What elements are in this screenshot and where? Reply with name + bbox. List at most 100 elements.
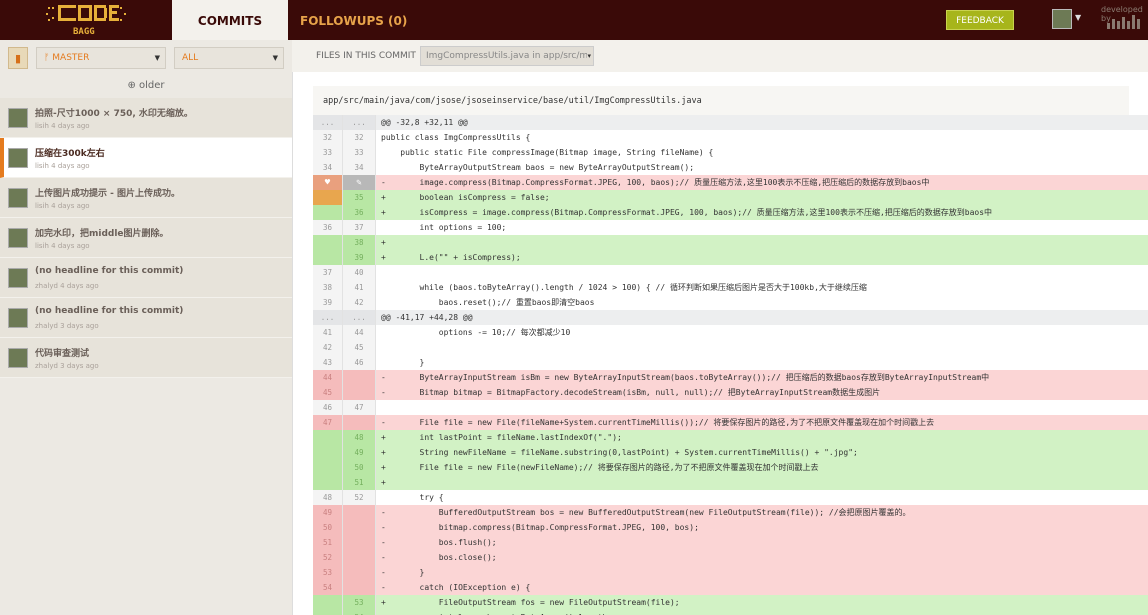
diff-code: + isCompress = image.compress(Bitmap.Com… [381,208,993,217]
commit-item-selected[interactable]: 压缩在300k左右 lisih 4 days ago [0,138,292,178]
feedback-button[interactable]: FEEDBACK [946,10,1014,30]
old-line-number: 44 [313,370,343,385]
old-line-number: 36 [313,220,343,235]
old-line-number: ♥ [313,175,343,190]
new-line-number: 32 [343,130,376,145]
chevron-down-icon[interactable]: ▼ [1075,13,1081,22]
commit-meta: lisih 4 days ago [35,162,90,170]
repo-book-icon[interactable]: ▮ [8,47,28,69]
diff-line[interactable]: 49 + String newFileName = fileName.substr… [313,445,1148,460]
new-line-number: 49 [343,445,376,460]
diff-line[interactable]: 54 + int len = baos.toByteArray().length; [313,610,1148,615]
new-line-number: ... [343,310,376,325]
user-avatar[interactable] [1052,9,1072,29]
commit-headline: (no headline for this commit) [35,266,184,276]
diff-line[interactable]: 54 - catch (IOException e) { [313,580,1148,595]
commit-meta: lisih 4 days ago [35,242,90,250]
commit-item[interactable]: 代码审查测试 zhalyd 3 days ago [0,338,292,378]
diff-line[interactable]: 43 46 } [313,355,1148,370]
diff-line[interactable]: 53 + FileOutputStream fos = new FileOutpu… [313,595,1148,610]
old-line-number: 45 [313,385,343,400]
new-line-number: 53 [343,595,376,610]
commit-item[interactable]: (no headline for this commit) zhalyd 3 d… [0,298,292,338]
chevron-down-icon: ▾ [587,47,591,65]
diff-code: - image.compress(Bitmap.CompressFormat.J… [381,178,930,187]
diff-line[interactable]: 39 + L.e("" + isCompress); [313,250,1148,265]
diff-line[interactable]: 51 + [313,475,1148,490]
new-line-number [343,565,376,580]
diff-code: try { [381,493,444,502]
diff-lines: ...... @@ -32,8 +32,11 @@ 32 32 public class… [313,115,1148,615]
like-heart-icon[interactable]: ♥ [325,178,330,188]
diff-line[interactable]: 50 + File file = new File(newFileName);//… [313,460,1148,475]
old-line-number [313,475,343,490]
commit-item[interactable]: (no headline for this commit) zhalyd 4 d… [0,258,292,298]
diff-line[interactable]: 32 32 public class ImgCompressUtils { [313,130,1148,145]
diff-code: + FileOutputStream fos = new FileOutputS… [381,598,680,607]
commit-item[interactable]: 上传图片成功提示 - 图片上传成功。 lisih 4 days ago [0,178,292,218]
old-line-number: 42 [313,340,343,355]
diff-line[interactable]: 34 34 ByteArrayOutputStream baos = new By… [313,160,1148,175]
old-line-number: 33 [313,145,343,160]
diff-line[interactable]: ...... @@ -41,17 +44,28 @@ [313,310,1148,325]
new-line-number: 37 [343,220,376,235]
avatar [8,108,28,128]
diff-file-path: app/src/main/java/com/jsose/jsoseinservi… [313,86,1129,116]
diff-line[interactable]: 38 41 while (baos.toByteArray().length / … [313,280,1148,295]
diff-code: @@ -32,8 +32,11 @@ [381,118,468,127]
old-line-number [313,430,343,445]
diff-code: int options = 100; [381,223,507,232]
chevron-down-icon: ▼ [154,54,160,62]
diff-line[interactable]: 51 - bos.flush(); [313,535,1148,550]
diff-line[interactable]: 33 33 public static File compressImage(Bi… [313,145,1148,160]
top-bar: BAGG COMMITS FOLLOWUPS (0) FEEDBACK ▼ de… [0,0,1148,40]
diff-line[interactable]: 48 + int lastPoint = fileName.lastIndexOf… [313,430,1148,445]
diff-line[interactable]: 39 42 baos.reset();// 重置baos即清空baos [313,295,1148,310]
diff-line[interactable]: 41 44 options -= 10;// 每次都减少10 [313,325,1148,340]
diff-line[interactable]: 37 40 [313,265,1148,280]
diff-line[interactable]: 49 - BufferedOutputStream bos = new Buffe… [313,505,1148,520]
diff-code: + int len = baos.toByteArray().length; [381,610,612,615]
diff-line[interactable]: 44 - ByteArrayInputStream isBm = new Byte… [313,370,1148,385]
diff-line[interactable]: 42 45 [313,340,1148,355]
diff-line[interactable]: 36 37 int options = 100; [313,220,1148,235]
diff-line[interactable]: 36 + isCompress = image.compress(Bitmap.C… [313,205,1148,220]
diff-code: baos.reset();// 重置baos即清空baos [381,298,595,307]
diff-line[interactable]: 35 + boolean isCompress = false; [313,190,1148,205]
old-line-number: 52 [313,550,343,565]
diff-line[interactable]: 48 52 try { [313,490,1148,505]
commit-item[interactable]: 加完水印，把middle图片删除。 lisih 4 days ago [0,218,292,258]
filter-value: ALL [182,53,199,63]
diff-line[interactable]: 53 - } [313,565,1148,580]
diff-line[interactable]: 52 - bos.close(); [313,550,1148,565]
diff-panel: app/src/main/java/com/jsose/jsoseinservi… [292,72,1148,615]
older-label: older [139,80,165,91]
new-line-number: ✎ [343,175,376,190]
diff-line[interactable]: ...... @@ -32,8 +32,11 @@ [313,115,1148,130]
old-line-number [313,205,343,220]
new-line-number [343,580,376,595]
diff-line[interactable]: ♥ ✎ - image.compress(Bitmap.CompressFormat… [313,175,1148,190]
commit-meta: lisih 4 days ago [35,122,90,130]
commit-item[interactable]: 拍照-尺寸1000 × 750, 水印无缩放。 lisih 4 days ago [0,98,292,138]
commit-meta: zhalyd 3 days ago [35,322,99,330]
avatar [8,308,28,328]
new-line-number [343,370,376,385]
branch-dropdown[interactable]: ᚠ MASTER ▼ [36,47,166,69]
avatar [8,148,28,168]
new-line-number: 45 [343,340,376,355]
comment-pencil-icon[interactable]: ✎ [356,178,361,188]
diff-line[interactable]: 47 - File file = new File(fileName+System… [313,415,1148,430]
filter-dropdown[interactable]: ALL ▼ [174,47,284,69]
tab-followups[interactable]: FOLLOWUPS (0) [300,0,430,40]
codebrag-logo[interactable]: BAGG [44,3,128,37]
softwaremill-logo[interactable] [1105,15,1145,31]
diff-line[interactable]: 46 47 [313,400,1148,415]
diff-line[interactable]: 38 + [313,235,1148,250]
avatar [8,268,28,288]
diff-line[interactable]: 45 - Bitmap bitmap = BitmapFactory.decode… [313,385,1148,400]
tab-commits[interactable]: COMMITS [172,0,288,40]
load-older-link[interactable]: ⊕ older [0,80,292,91]
file-select-dropdown[interactable]: ImgCompressUtils.java in app/src/m ▾ [420,46,594,66]
diff-line[interactable]: 50 - bitmap.compress(Bitmap.CompressForma… [313,520,1148,535]
